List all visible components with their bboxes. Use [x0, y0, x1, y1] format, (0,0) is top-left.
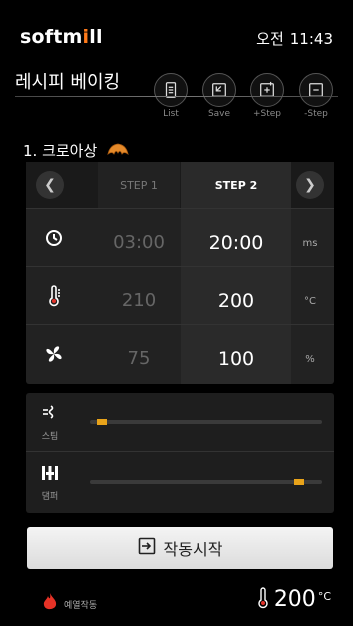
status-clock: 오전 11:43	[256, 28, 333, 49]
damper-control: 댐퍼	[36, 463, 64, 502]
save-icon	[202, 73, 236, 107]
step1-fan-value[interactable]: 75	[98, 348, 180, 369]
row-divider	[26, 266, 334, 267]
save-label: Save	[207, 109, 231, 119]
damper-slider[interactable]	[90, 479, 322, 485]
preheat-status[interactable]: 예열작동	[42, 592, 97, 616]
step2-time-value[interactable]: 20:00	[181, 232, 291, 254]
current-temp-unit: °C	[317, 590, 331, 603]
current-temp-value: 200	[273, 587, 316, 612]
damper-row: 댐퍼	[26, 453, 334, 511]
remove-step-label: -Step	[304, 109, 328, 119]
row-divider	[26, 208, 334, 209]
start-label: 작동시작	[163, 540, 223, 559]
step2-temp-value[interactable]: 200	[181, 290, 291, 312]
current-temp-readout: 200 °C	[257, 587, 331, 613]
steam-slider-handle[interactable]	[96, 419, 107, 425]
steam-control: 스팀	[36, 403, 64, 442]
thermometer-small-icon	[257, 587, 269, 613]
damper-slider-handle[interactable]	[294, 479, 305, 485]
step1-temp-value[interactable]: 210	[98, 290, 180, 311]
slider-divider	[26, 451, 334, 452]
damper-label: 댐퍼	[41, 492, 59, 502]
start-button[interactable]: 작동시작	[27, 527, 333, 569]
fan-icon	[42, 342, 66, 366]
croissant-icon	[106, 142, 130, 162]
damper-icon	[40, 466, 60, 487]
page-title: 레시피 베이킹	[15, 72, 121, 93]
time-unit: ms	[302, 238, 318, 249]
preheat-label: 예열작동	[64, 600, 98, 611]
control-sliders: 스팀 댐퍼	[26, 393, 334, 513]
add-step-icon	[250, 73, 284, 107]
list-label: List	[163, 109, 179, 119]
title-divider	[15, 96, 338, 97]
clock-icon	[42, 226, 66, 250]
step2-label: STEP 2	[214, 179, 258, 192]
steam-icon	[40, 405, 60, 427]
step2-fan-value[interactable]: 100	[181, 348, 291, 370]
brand-text-2: ll	[89, 26, 103, 48]
thermometer-icon	[42, 284, 66, 308]
prev-step-button[interactable]: ❮	[36, 171, 64, 199]
remove-step-icon	[299, 73, 333, 107]
fan-unit: %	[305, 354, 315, 365]
brand-logo: softmill	[20, 26, 103, 48]
step1-label: STEP 1	[120, 179, 158, 192]
steam-row: 스팀	[26, 393, 334, 451]
flame-icon	[42, 592, 58, 616]
recipe-name: 1. 크로아상	[23, 142, 98, 160]
chevron-right-icon: ❯	[304, 177, 316, 193]
clock-time: 11:43	[289, 30, 333, 48]
next-step-button[interactable]: ❯	[296, 171, 324, 199]
temp-unit: °C	[304, 296, 316, 307]
steam-slider[interactable]	[90, 419, 322, 425]
list-icon	[154, 73, 188, 107]
brand-text-1: softm	[20, 26, 83, 48]
recipe-name-row: 1. 크로아상	[23, 140, 130, 162]
steam-label: 스팀	[41, 432, 59, 442]
row-divider	[26, 324, 334, 325]
chevron-left-icon: ❮	[44, 177, 56, 193]
add-step-label: +Step	[252, 109, 282, 119]
start-icon	[138, 537, 164, 559]
step1-time-value[interactable]: 03:00	[98, 232, 180, 253]
clock-ampm: 오전	[256, 30, 284, 48]
step-panel: STEP 1 STEP 2 ❮ ❯ 03:00 20:00 ms 210 200…	[26, 162, 334, 384]
